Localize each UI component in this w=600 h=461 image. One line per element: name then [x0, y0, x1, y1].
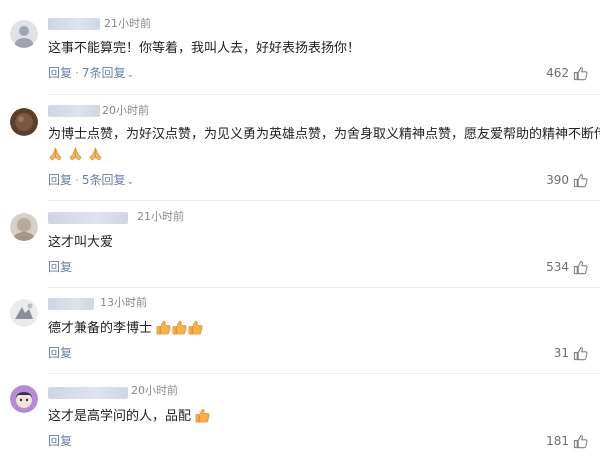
comment-text: 这事不能算完！你等着，我叫人去，好好表扬表扬你！ — [48, 41, 361, 56]
comment-text: 为博士点赞，为好汉点赞，为见义勇为英雄点赞，为舍身取义精神点赞，愿友爱帮助的精神… — [48, 127, 600, 142]
like-button[interactable]: 390 — [546, 172, 588, 188]
folded-hands-emoji — [89, 147, 102, 161]
thumbs-up-emoji — [188, 321, 203, 335]
replies-count: 5条回复 — [81, 173, 126, 187]
comment-actions: 回复 — [48, 259, 72, 275]
comment-text: 这才叫大爱 — [48, 235, 114, 250]
folded-hands-emoji — [49, 147, 62, 161]
avatar[interactable] — [10, 108, 38, 136]
like-count: 181 — [546, 434, 569, 448]
like-count: 31 — [553, 346, 569, 360]
thumbs-up-icon — [573, 66, 588, 80]
comment-text-content: 这才是高学问的人，品配 — [48, 409, 192, 424]
like-button[interactable]: 462 — [546, 65, 588, 81]
chevron-down-icon: ⌄ — [126, 177, 135, 187]
reply-button[interactable]: 回复 — [48, 434, 72, 448]
separator-dot: · — [75, 66, 79, 80]
like-count: 462 — [546, 66, 569, 80]
comment-text: 德才兼备的李博士 — [48, 320, 204, 337]
comment-emoji — [48, 146, 104, 163]
comment-actions: 回复 · 5条回复⌄ — [48, 172, 134, 190]
avatar[interactable] — [10, 385, 38, 413]
avatar[interactable] — [10, 20, 38, 48]
username-redacted[interactable] — [48, 387, 128, 399]
comment-actions: 回复 — [48, 345, 72, 361]
folded-hands-emoji — [69, 147, 82, 161]
comment-text: 这才是高学问的人，品配 — [48, 408, 211, 425]
like-count: 390 — [546, 173, 569, 187]
comment-time: 21小时前 — [104, 17, 151, 30]
view-replies-link[interactable]: 5条回复⌄ — [82, 173, 134, 187]
comment-time: 20小时前 — [131, 384, 178, 397]
divider — [48, 200, 600, 201]
comment-actions: 回复 — [48, 433, 72, 449]
divider — [48, 373, 600, 374]
avatar[interactable] — [10, 299, 38, 327]
replies-count: 7条回复 — [81, 66, 126, 80]
like-button[interactable]: 534 — [546, 259, 588, 275]
thumbs-up-emoji — [195, 409, 210, 423]
username-redacted[interactable] — [48, 105, 100, 117]
like-button[interactable]: 181 — [546, 433, 588, 449]
avatar[interactable] — [10, 213, 38, 241]
divider — [48, 94, 600, 95]
chevron-down-icon: ⌄ — [126, 70, 135, 80]
like-button[interactable]: 31 — [554, 345, 588, 361]
view-replies-link[interactable]: 7条回复⌄ — [82, 66, 134, 80]
like-count: 534 — [546, 260, 569, 274]
username-redacted[interactable] — [48, 298, 94, 310]
username-redacted[interactable] — [48, 212, 128, 224]
reply-button[interactable]: 回复 — [48, 260, 72, 274]
username-redacted[interactable] — [48, 18, 100, 30]
thumbs-up-icon — [573, 434, 588, 448]
comment-time: 21小时前 — [137, 210, 184, 223]
comment-actions: 回复 · 7条回复⌄ — [48, 65, 134, 83]
thumbs-up-icon — [573, 260, 588, 274]
comment-time: 13小时前 — [100, 296, 147, 309]
reply-button[interactable]: 回复 — [48, 66, 72, 80]
reply-button[interactable]: 回复 — [48, 346, 72, 360]
comment-text-content: 德才兼备的李博士 — [48, 321, 153, 336]
thumbs-up-emoji — [156, 321, 171, 335]
separator-dot: · — [75, 173, 79, 187]
divider — [48, 287, 600, 288]
thumbs-up-emoji — [172, 321, 187, 335]
thumbs-up-icon — [573, 346, 588, 360]
comment-time: 20小时前 — [102, 104, 149, 117]
reply-button[interactable]: 回复 — [48, 173, 72, 187]
thumbs-up-icon — [573, 173, 588, 187]
